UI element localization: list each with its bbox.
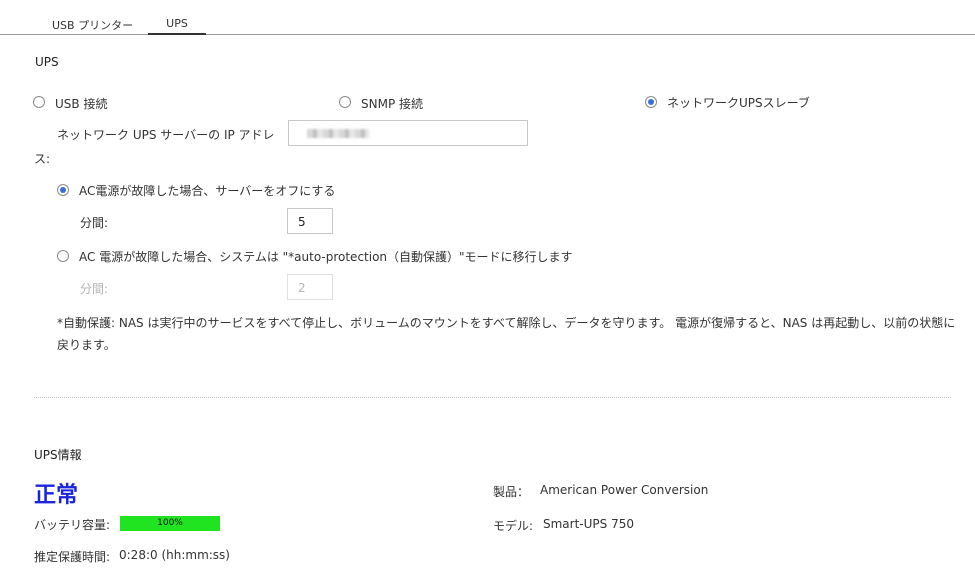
network-ups-slave-radio[interactable] [645, 96, 657, 108]
snmp-connection-label[interactable]: SNMP 接続 [361, 95, 423, 112]
tab-usb-printer[interactable]: USB プリンター [52, 17, 133, 33]
ups-section-title: UPS [35, 55, 59, 69]
shutdown-option-label[interactable]: AC電源が故障した場合、サーバーをオフにする [79, 182, 335, 199]
snmp-connection-radio[interactable] [339, 96, 351, 108]
battery-capacity-value: 100% [157, 518, 183, 528]
battery-capacity-bar: 100% [120, 516, 220, 531]
runtime-value: 0:28:0 (hh:mm:ss) [119, 548, 230, 562]
usb-connection-radio[interactable] [33, 96, 45, 108]
runtime-label: 推定保護時間: [34, 550, 111, 564]
protection-minutes-input: 2 [287, 274, 333, 300]
ip-address-value-redacted [307, 129, 369, 138]
protection-minutes-label: 分間: [80, 282, 109, 296]
product-value: American Power Conversion [540, 483, 709, 497]
ip-address-label-cont: ス: [34, 152, 51, 166]
model-value: Smart-UPS 750 [543, 517, 634, 531]
ip-address-label: ネットワーク UPS サーバーの IP アドレ [57, 128, 275, 142]
auto-protection-option-label[interactable]: AC 電源が故障した場合、システムは "*auto-protection（自動保… [79, 248, 573, 265]
ups-info-title: UPS情報 [34, 448, 82, 462]
usb-connection-label[interactable]: USB 接続 [55, 95, 107, 112]
shutdown-minutes-input[interactable]: 5 [287, 208, 333, 234]
product-label: 製品： [493, 485, 530, 499]
ups-status: 正常 [34, 483, 79, 508]
tab-ups[interactable]: UPS [148, 17, 206, 35]
section-divider [34, 397, 951, 398]
network-ups-slave-label[interactable]: ネットワークUPSスレーブ [667, 94, 810, 111]
shutdown-option-radio[interactable] [57, 184, 69, 196]
model-label: モデル: [493, 519, 534, 533]
ip-address-input[interactable] [288, 120, 528, 146]
auto-protection-note: *自動保護: NAS は実行中のサービスをすべて停止し、ボリュームのマウントをす… [57, 316, 956, 352]
tab-bar: USB プリンター UPS [0, 0, 975, 35]
battery-capacity-label: バッテリ容量: [34, 518, 111, 532]
auto-protection-option-radio[interactable] [57, 250, 69, 262]
shutdown-minutes-label: 分間: [80, 216, 109, 230]
